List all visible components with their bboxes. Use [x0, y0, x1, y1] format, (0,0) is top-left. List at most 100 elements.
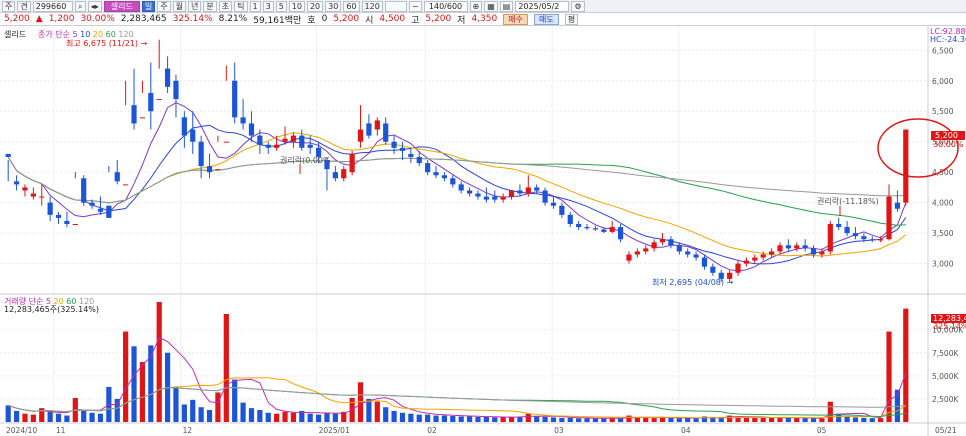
date-tick-label: 11 [56, 426, 66, 435]
minute-20[interactable]: 20 [306, 0, 324, 12]
volume-bar [391, 410, 397, 422]
candle [508, 190, 515, 197]
magnify-icon[interactable]: ⊕ [469, 0, 483, 12]
candle [240, 117, 246, 124]
volume-bar [768, 417, 775, 422]
blank-field[interactable] [384, 0, 407, 12]
count-input[interactable]: 140/600 [423, 0, 468, 12]
candle [542, 190, 548, 203]
volume-bar [852, 417, 859, 422]
search-icon[interactable]: ⌕ [74, 0, 86, 12]
period-week[interactable]: 주 [157, 0, 171, 12]
high-label: 고 [411, 15, 420, 26]
volume-bar [206, 410, 213, 422]
candle [349, 153, 355, 173]
prev-next-icon[interactable]: ◂▸ [87, 0, 102, 12]
volume-bar [827, 401, 833, 422]
volume-bar [550, 417, 557, 422]
minute-60[interactable]: 60 [343, 0, 360, 12]
settings-icon[interactable]: ⚙ [571, 0, 585, 12]
settings-button[interactable]: 평 [564, 13, 579, 25]
volume-bar [416, 414, 422, 422]
candle [374, 120, 380, 130]
candle [668, 239, 674, 246]
stock-code-input[interactable]: 299660 [32, 0, 73, 12]
turnover: 8.21% [218, 14, 248, 24]
date-tick-label: 03 [554, 426, 564, 435]
price-tick-label: 5,500 [932, 107, 954, 116]
stock-chart[interactable]: 6,5006,0005,5005,0004,5004,0003,5003,000… [0, 26, 966, 436]
volume-bar [508, 416, 515, 422]
period-tick[interactable]: 틱 [234, 0, 248, 12]
volume-bar [886, 331, 892, 422]
volume-bar [592, 418, 599, 422]
volume-bar [324, 412, 330, 422]
candle [475, 193, 481, 197]
candle [198, 141, 204, 167]
volume-bar [634, 417, 640, 422]
toolbar: 주 견 299660 ⌕ ◂▸ 셀리드 일 주 월 년 분 초 틱 1 3 5 … [0, 0, 966, 13]
candle [156, 99, 162, 101]
stock-name[interactable]: 셀리드 [103, 0, 140, 12]
date-tick-label: 05/21 [935, 426, 957, 435]
candle [39, 196, 45, 198]
hc-label: HC:-24.36 [930, 35, 966, 44]
mode-select[interactable]: 주 [2, 0, 16, 12]
candle [567, 214, 573, 224]
volume-bar [500, 417, 506, 422]
calendar-icon[interactable]: ▤ [499, 0, 514, 12]
candle [416, 156, 422, 164]
minute-3[interactable]: 3 [262, 0, 274, 12]
candle [458, 184, 464, 191]
candle [492, 196, 498, 200]
candle [466, 190, 473, 194]
minute-30[interactable]: 30 [325, 0, 342, 12]
candle [609, 227, 615, 232]
type-select[interactable]: 견 [17, 0, 31, 12]
volume-bar [13, 410, 20, 422]
candle [869, 239, 875, 241]
volume-bar [752, 417, 758, 422]
minute-1[interactable]: 1 [249, 0, 261, 12]
volume-bar [190, 399, 196, 422]
volume-bar [433, 415, 439, 422]
volume-bar [139, 362, 146, 422]
candle [693, 254, 699, 258]
buy-button[interactable]: 매수 [503, 13, 528, 25]
candle [89, 202, 95, 206]
quote-bar: 5,200 ▲ 1,200 30.00% 2,283,465 325.14% 8… [0, 13, 966, 26]
candle [139, 117, 146, 119]
candle [768, 251, 775, 255]
volume-bar [366, 398, 372, 422]
period-month[interactable]: 월 [172, 0, 186, 12]
arrow-right-icon: → [140, 39, 148, 48]
candle [483, 196, 489, 200]
minute-120[interactable]: 120 [361, 0, 383, 12]
sell-button[interactable]: 매도 [533, 13, 559, 25]
minute-5[interactable]: 5 [275, 0, 287, 12]
minute-10[interactable]: 10 [288, 0, 305, 12]
period-year[interactable]: 년 [188, 0, 202, 12]
date-input[interactable]: 2025/05/2 [515, 0, 570, 12]
minus-icon[interactable]: − [408, 0, 422, 12]
candle [341, 169, 347, 179]
volume-bar [819, 418, 825, 422]
volume-bar [693, 418, 699, 422]
candle [517, 190, 523, 194]
period-minute[interactable]: 분 [203, 0, 217, 12]
candle [408, 153, 414, 157]
volume-bar [374, 401, 380, 422]
volume-tick-label: 2,500K [932, 395, 959, 404]
candle [223, 141, 229, 143]
grid-icon[interactable]: ▦ [484, 0, 498, 12]
open-price: 4,500 [379, 14, 406, 24]
candle [164, 68, 171, 87]
price-repeat: 5,200 [333, 14, 360, 24]
period-second[interactable]: 초 [218, 0, 233, 12]
candle [584, 227, 590, 229]
period-day[interactable]: 일 [141, 0, 156, 12]
trade-amount: 59,161백만 [253, 15, 302, 26]
volume-bar [567, 417, 573, 422]
candle [399, 147, 406, 151]
candle [274, 144, 280, 148]
